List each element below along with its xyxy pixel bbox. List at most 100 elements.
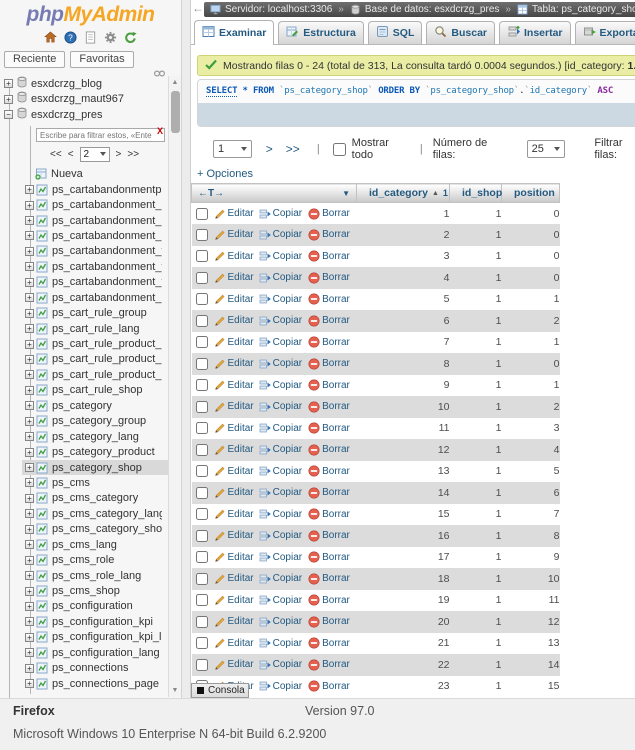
- sidebar-item-table[interactable]: +ps_cart_rule_shop: [22, 383, 168, 398]
- copy-row-link[interactable]: Copiar: [273, 444, 302, 455]
- copy-row-icon[interactable]: [259, 465, 271, 477]
- sidebar-item-table[interactable]: +ps_configuration_kpi: [22, 614, 168, 629]
- copy-row-icon[interactable]: [259, 551, 271, 563]
- delete-row-icon[interactable]: [308, 250, 320, 262]
- delete-row-icon[interactable]: [308, 293, 320, 305]
- header-id-shop[interactable]: id_shop: [450, 184, 502, 203]
- expand-icon[interactable]: +: [25, 309, 34, 318]
- copy-row-link[interactable]: Copiar: [273, 315, 302, 326]
- recent-tables-button[interactable]: Reciente: [4, 51, 65, 68]
- table-name[interactable]: ps_cartabandonment_unsu: [52, 292, 162, 304]
- table-name[interactable]: ps_cartabandonment_temp: [52, 245, 162, 257]
- edit-pencil-icon[interactable]: [214, 208, 226, 220]
- delete-row-link[interactable]: Borrar: [322, 681, 350, 692]
- sidebar-item-database[interactable]: + esxdcrzg_maut967: [0, 92, 168, 108]
- sidebar-item-table[interactable]: +ps_cart_rule_lang: [22, 321, 168, 336]
- expand-icon[interactable]: +: [25, 417, 34, 426]
- table-name[interactable]: ps_cartabandonment_temp: [52, 276, 162, 288]
- expand-icon[interactable]: +: [25, 247, 34, 256]
- copy-row-icon[interactable]: [259, 315, 271, 327]
- edit-pencil-icon[interactable]: [214, 659, 226, 671]
- copy-row-link[interactable]: Copiar: [273, 251, 302, 262]
- row-checkbox[interactable]: [196, 208, 208, 220]
- tree-pager-next[interactable]: >: [116, 149, 122, 160]
- expand-icon[interactable]: +: [25, 664, 34, 673]
- favorite-tables-button[interactable]: Favoritas: [70, 51, 133, 68]
- expand-icon[interactable]: +: [25, 370, 34, 379]
- sidebar-item-table[interactable]: +ps_cms_lang: [22, 537, 168, 552]
- delete-row-icon[interactable]: [308, 573, 320, 585]
- edit-pencil-icon[interactable]: [214, 336, 226, 348]
- edit-row-link[interactable]: Editar: [228, 272, 254, 283]
- sidebar-item-table[interactable]: +ps_category: [22, 398, 168, 413]
- table-name[interactable]: ps_cartabandonment_remi: [52, 199, 162, 211]
- sidebar-item-table[interactable]: +ps_cartabandonment_temp: [22, 259, 168, 274]
- copy-row-icon[interactable]: [259, 444, 271, 456]
- expand-icon[interactable]: +: [25, 324, 34, 333]
- sidebar-item-database-expanded[interactable]: − esxdcrzg_pres: [0, 107, 168, 123]
- phpmyadmin-logo[interactable]: phpMyAdmin: [0, 0, 181, 27]
- table-name[interactable]: ps_cart_rule_product_rule: [52, 338, 162, 350]
- delete-row-icon[interactable]: [308, 422, 320, 434]
- sidebar-item-table[interactable]: +ps_configuration_kpi_lang: [22, 630, 168, 645]
- sidebar-item-table[interactable]: +ps_cms_category_shop: [22, 522, 168, 537]
- edit-row-link[interactable]: Editar: [228, 659, 254, 670]
- delete-row-link[interactable]: Borrar: [322, 251, 350, 262]
- delete-row-link[interactable]: Borrar: [322, 552, 350, 563]
- edit-pencil-icon[interactable]: [214, 487, 226, 499]
- copy-row-link[interactable]: Copiar: [273, 487, 302, 498]
- breadcrumb-table[interactable]: Tabla: ps_category_shop: [532, 4, 635, 15]
- delete-row-link[interactable]: Borrar: [322, 272, 350, 283]
- copy-row-icon[interactable]: [259, 250, 271, 262]
- expand-icon[interactable]: +: [25, 293, 34, 302]
- edit-row-link[interactable]: Editar: [228, 208, 254, 219]
- edit-row-link[interactable]: Editar: [228, 552, 254, 563]
- edit-pencil-icon[interactable]: [214, 465, 226, 477]
- delete-row-icon[interactable]: [308, 616, 320, 628]
- table-name[interactable]: ps_cartabandonment_temp: [52, 261, 162, 273]
- table-name[interactable]: ps_connections_page: [52, 678, 159, 690]
- settings-icon[interactable]: [104, 31, 117, 44]
- edit-row-link[interactable]: Editar: [228, 595, 254, 606]
- tab-estructura[interactable]: Estructura: [278, 21, 364, 44]
- delete-row-link[interactable]: Borrar: [322, 208, 350, 219]
- breadcrumb-database[interactable]: Base de datos: esxdcrzg_pres: [365, 4, 500, 15]
- sql-query-text[interactable]: SELECT * FROM `ps_category_shop` ORDER B…: [198, 80, 635, 103]
- sidebar-item-table[interactable]: +ps_cms_role_lang: [22, 568, 168, 583]
- expand-icon[interactable]: +: [25, 494, 34, 503]
- expand-icon[interactable]: +: [25, 201, 34, 210]
- table-name[interactable]: ps_cart_rule_shop: [52, 384, 143, 396]
- copy-row-icon[interactable]: [259, 530, 271, 542]
- delete-row-icon[interactable]: [308, 487, 320, 499]
- expand-icon[interactable]: +: [25, 679, 34, 688]
- edit-pencil-icon[interactable]: [214, 551, 226, 563]
- delete-row-icon[interactable]: [308, 208, 320, 220]
- table-name[interactable]: ps_cart_rule_product_rule_: [52, 369, 162, 381]
- table-name[interactable]: ps_cms_lang: [52, 539, 117, 551]
- rows-count-select[interactable]: 25: [527, 140, 566, 158]
- breadcrumb-server[interactable]: Servidor: localhost:3306: [225, 4, 332, 15]
- sidebar-item-new-table[interactable]: Nueva: [22, 167, 168, 182]
- database-name[interactable]: esxdcrzg_blog: [31, 78, 102, 90]
- delete-row-link[interactable]: Borrar: [322, 638, 350, 649]
- table-name[interactable]: ps_category_shop: [52, 462, 142, 474]
- copy-row-link[interactable]: Copiar: [273, 509, 302, 520]
- sidebar-item-table[interactable]: +ps_category_product: [22, 444, 168, 459]
- row-checkbox[interactable]: [196, 659, 208, 671]
- delete-row-icon[interactable]: [308, 315, 320, 327]
- collapse-icon[interactable]: −: [4, 110, 13, 119]
- edit-row-link[interactable]: Editar: [228, 315, 254, 326]
- sort-dropdown-icon[interactable]: ▼: [342, 189, 350, 198]
- sidebar-item-table[interactable]: +ps_cms_role: [22, 552, 168, 567]
- table-name[interactable]: ps_configuration_kpi: [52, 616, 153, 628]
- row-checkbox[interactable]: [196, 573, 208, 585]
- delete-row-link[interactable]: Borrar: [322, 294, 350, 305]
- row-checkbox[interactable]: [196, 293, 208, 305]
- copy-row-link[interactable]: Copiar: [273, 358, 302, 369]
- delete-row-icon[interactable]: [308, 272, 320, 284]
- edit-row-link[interactable]: Editar: [228, 444, 254, 455]
- expand-icon[interactable]: +: [25, 278, 34, 287]
- delete-row-link[interactable]: Borrar: [322, 509, 350, 520]
- delete-row-link[interactable]: Borrar: [322, 423, 350, 434]
- copy-row-icon[interactable]: [259, 508, 271, 520]
